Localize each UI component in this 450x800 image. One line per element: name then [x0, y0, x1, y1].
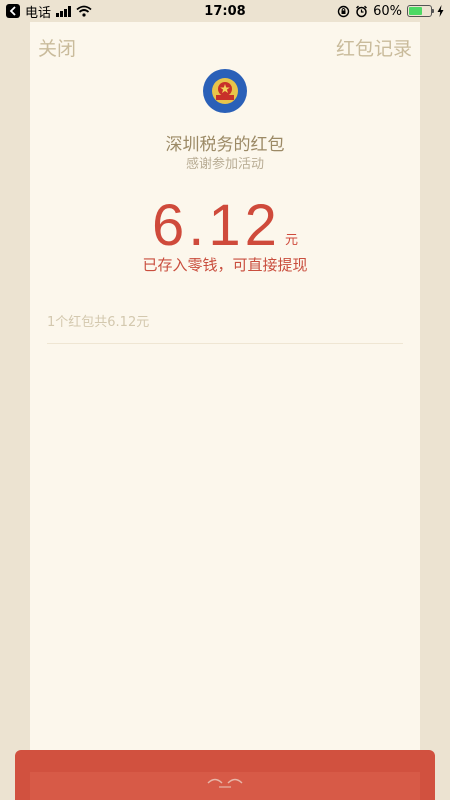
red-packet-detail-card: 关闭 红包记录 深圳税务的红包 感谢参加活动 6.12 元 已存入零钱，可直接提… — [30, 22, 420, 782]
carrier-label: 电话 — [25, 5, 52, 21]
wish-message: 感谢参加活动 — [185, 157, 264, 172]
battery-icon — [407, 5, 434, 17]
red-packet-records-button[interactable]: 红包记录 — [336, 34, 412, 61]
amount-value: 6.12 — [152, 193, 281, 258]
status-bar: 电话 17:08 60% — [0, 0, 450, 22]
orientation-lock-icon — [337, 5, 350, 17]
packet-summary: 1个红包共6.12元 — [47, 311, 403, 344]
status-right: 60% — [337, 4, 444, 19]
stored-to-change-link[interactable]: 已存入零钱，可直接提现 — [30, 254, 420, 275]
alarm-icon — [356, 5, 368, 17]
amount-row: 6.12 元 — [30, 196, 420, 256]
status-left: 电话 — [6, 2, 92, 21]
sender-title: 深圳税务的红包 — [165, 135, 285, 155]
tax-emblem-icon — [212, 78, 238, 104]
flap-handle-icon — [207, 778, 243, 788]
wifi-icon — [76, 5, 92, 17]
battery-percent: 60% — [373, 3, 402, 19]
sender-avatar — [203, 69, 247, 113]
charging-icon — [437, 5, 444, 17]
back-to-app-icon[interactable] — [6, 4, 20, 18]
close-button[interactable]: 关闭 — [38, 34, 76, 61]
signal-icon — [56, 5, 72, 17]
top-nav: 关闭 红包记录 — [30, 34, 420, 61]
currency-unit: 元 — [284, 233, 298, 248]
